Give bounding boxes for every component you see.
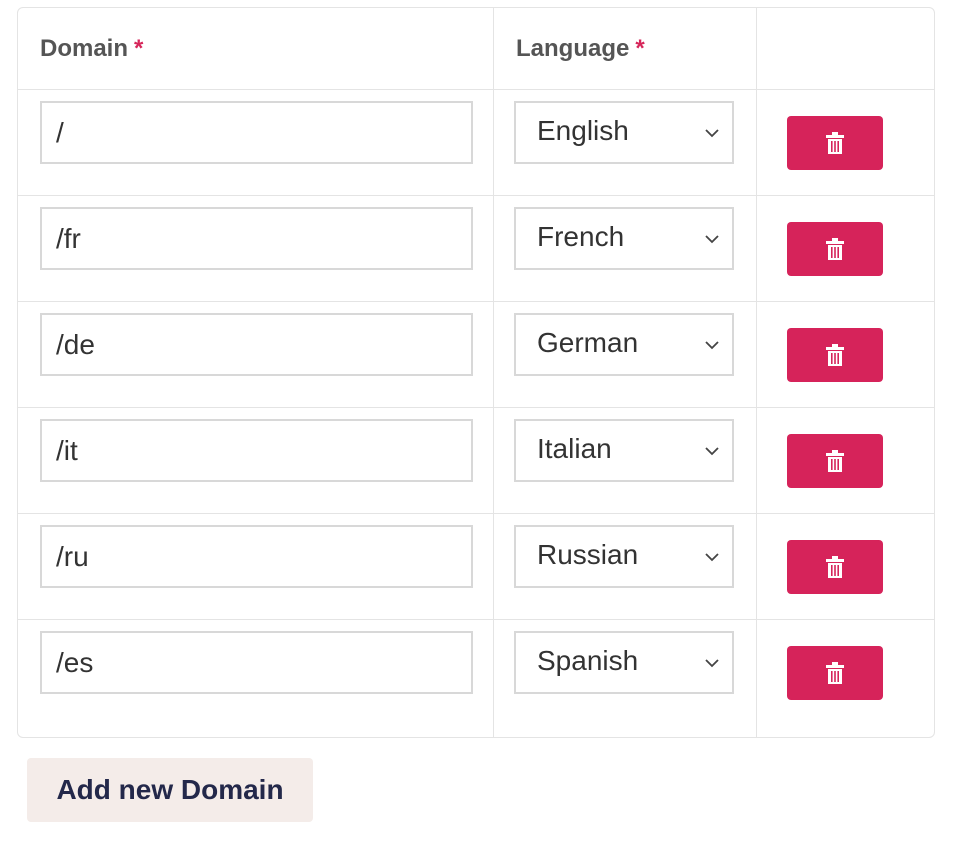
language-select[interactable]: English	[514, 101, 734, 164]
delete-row-button[interactable]	[787, 116, 883, 170]
delete-row-button[interactable]	[787, 646, 883, 700]
add-new-domain-button[interactable]: Add new Domain	[27, 758, 313, 822]
language-select-value: German	[537, 327, 639, 358]
language-select[interactable]: French	[514, 207, 734, 270]
table-row: Spanish	[18, 620, 934, 737]
domain-input[interactable]	[40, 525, 473, 588]
domain-input[interactable]	[40, 419, 473, 482]
trash-icon	[826, 238, 844, 260]
domains-table: Domain* Language* English French	[17, 7, 935, 738]
language-select-value: French	[537, 221, 625, 252]
trash-icon	[826, 450, 844, 472]
domain-column-header: Domain *	[18, 8, 494, 89]
table-header-row: Domain * Language *	[18, 8, 934, 90]
chevron-down-icon	[705, 553, 719, 562]
trash-icon	[826, 132, 844, 154]
domain-input[interactable]	[40, 631, 473, 694]
table-row: German	[18, 302, 934, 408]
language-select[interactable]: German	[514, 313, 734, 376]
chevron-down-icon	[705, 129, 719, 138]
table-row: French	[18, 196, 934, 302]
language-select[interactable]: Italian	[514, 419, 734, 482]
required-marker: *	[635, 35, 645, 62]
delete-row-button[interactable]	[787, 540, 883, 594]
language-column-header: Language *	[494, 8, 757, 89]
language-select-value: Italian	[537, 433, 612, 464]
language-select-value: Russian	[537, 539, 639, 570]
language-select-value: English	[537, 115, 629, 146]
domain-input[interactable]	[40, 207, 473, 270]
delete-row-button[interactable]	[787, 434, 883, 488]
chevron-down-icon	[705, 447, 719, 456]
language-header-label: Language	[516, 35, 630, 62]
language-select[interactable]: Spanish	[514, 631, 734, 694]
language-select-value: Spanish	[537, 645, 639, 676]
table-row: English	[18, 90, 934, 196]
domain-header-label: Domain	[40, 35, 129, 62]
language-select[interactable]: Russian	[514, 525, 734, 588]
trash-icon	[826, 344, 844, 366]
delete-row-button[interactable]	[787, 222, 883, 276]
trash-icon	[826, 556, 844, 578]
table-row: Russian	[18, 514, 934, 620]
actions-column-header	[757, 8, 934, 89]
required-marker: *	[134, 35, 144, 62]
delete-row-button[interactable]	[787, 328, 883, 382]
domain-input[interactable]	[40, 101, 473, 164]
table-row: Italian	[18, 408, 934, 514]
chevron-down-icon	[705, 341, 719, 350]
trash-icon	[826, 662, 844, 684]
chevron-down-icon	[705, 235, 719, 244]
domain-input[interactable]	[40, 313, 473, 376]
chevron-down-icon	[705, 659, 719, 668]
